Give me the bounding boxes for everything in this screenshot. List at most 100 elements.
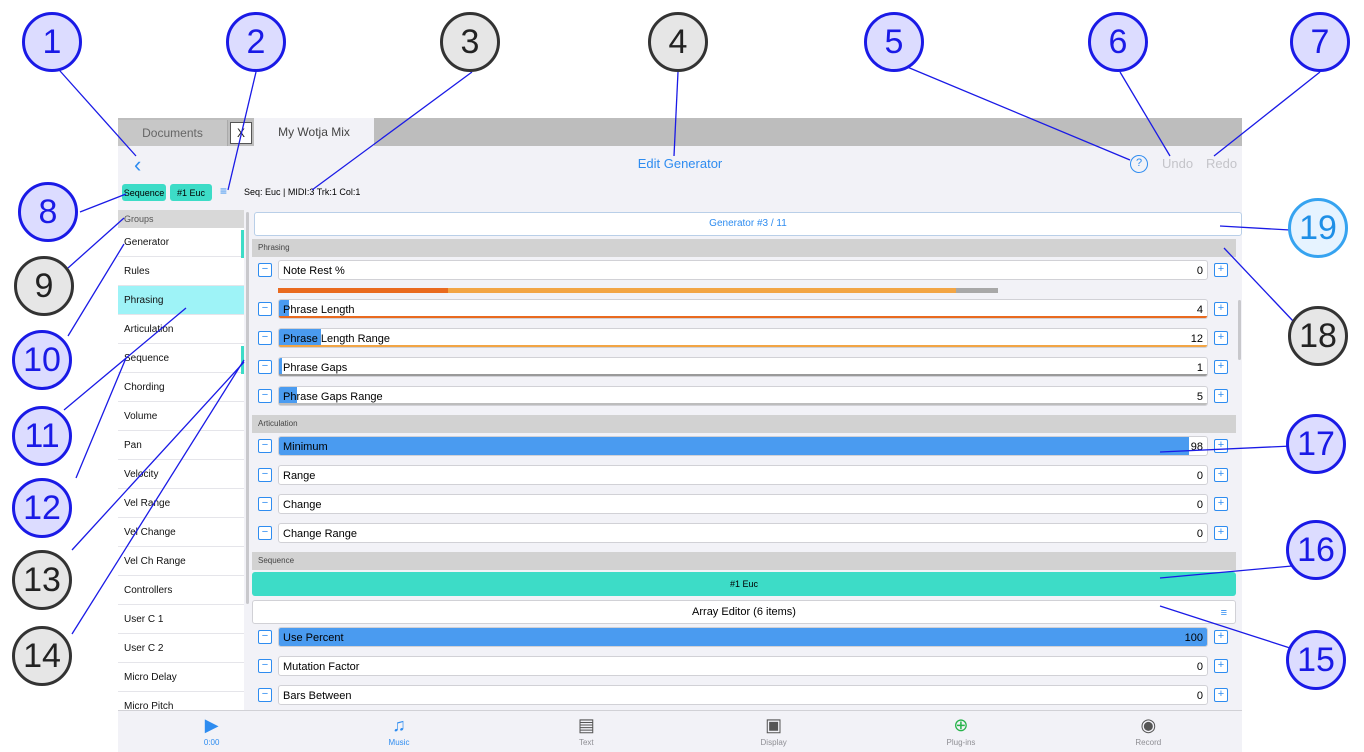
content-scrollbar[interactable]	[1238, 300, 1241, 360]
bars-between-field[interactable]: Bars Between 0	[278, 685, 1208, 705]
decrement-button[interactable]: −	[258, 497, 272, 511]
sidebar-marker	[241, 230, 244, 258]
sidebar-item-label: Vel Ch Range	[124, 556, 186, 567]
callout-1: 1	[22, 12, 82, 72]
parameter-label: Mutation Factor	[283, 661, 360, 673]
sidebar-scrollbar[interactable]	[246, 212, 249, 604]
close-tab-button[interactable]: X	[230, 122, 252, 144]
parameter-label: Phrase Length Range	[283, 333, 391, 345]
increment-button[interactable]: +	[1214, 263, 1228, 277]
app-window: Documents X My Wotja Mix ‹ Edit Generato…	[118, 118, 1242, 752]
tab-display[interactable]: ▣ Display	[680, 711, 867, 752]
phrase-gap-segment	[956, 288, 998, 293]
sidebar-item-vel-range[interactable]: Vel Range	[118, 489, 244, 518]
decrement-button[interactable]: −	[258, 526, 272, 540]
phrase-length-field[interactable]: Phrase Length 4	[278, 299, 1208, 319]
sidebar-item-vel-ch-range[interactable]: Vel Ch Range	[118, 547, 244, 576]
parameter-row-range: − Range 0 +	[252, 462, 1236, 491]
sidebar-item-label: Micro Pitch	[124, 701, 174, 710]
decrement-button[interactable]: −	[258, 302, 272, 316]
tab-record[interactable]: ◉ Record	[1055, 711, 1242, 752]
sidebar-item-sequence[interactable]: Sequence	[118, 344, 244, 374]
decrement-button[interactable]: −	[258, 389, 272, 403]
minimum-field[interactable]: Minimum 98	[278, 436, 1208, 456]
increment-button[interactable]: +	[1214, 659, 1228, 673]
decrement-button[interactable]: −	[258, 688, 272, 702]
decrement-button[interactable]: −	[258, 263, 272, 277]
decrement-button[interactable]: −	[258, 630, 272, 644]
sequence-selector[interactable]: #1 Euc	[252, 572, 1236, 596]
increment-button[interactable]: +	[1214, 389, 1228, 403]
callout-6: 6	[1088, 12, 1148, 72]
sidebar-item-user-c2[interactable]: User C 2	[118, 634, 244, 663]
redo-button[interactable]: Redo	[1206, 156, 1237, 171]
callout-2: 2	[226, 12, 286, 72]
euc-pill[interactable]: #1 Euc	[170, 184, 212, 201]
undo-button[interactable]: Undo	[1162, 156, 1193, 171]
decrement-button[interactable]: −	[258, 439, 272, 453]
decrement-button[interactable]: −	[258, 468, 272, 482]
sidebar-item-micro-delay[interactable]: Micro Delay	[118, 663, 244, 692]
parameter-label: Phrase Gaps Range	[283, 391, 383, 403]
parameter-row-change: − Change 0 +	[252, 491, 1236, 520]
groups-header: Groups	[118, 210, 244, 228]
sidebar-item-articulation[interactable]: Articulation	[118, 315, 244, 344]
sidebar-item-label: Vel Change	[124, 527, 176, 538]
phrase-gaps-field[interactable]: Phrase Gaps 1	[278, 357, 1208, 377]
generator-header[interactable]: Generator #3 / 11	[254, 212, 1242, 236]
tab-plug-ins[interactable]: ⊕ Plug-ins	[867, 711, 1054, 752]
sidebar-item-rules[interactable]: Rules	[118, 257, 244, 286]
increment-button[interactable]: +	[1214, 439, 1228, 453]
sidebar-item-phrasing[interactable]: Phrasing	[118, 286, 244, 315]
mutation-factor-field[interactable]: Mutation Factor 0	[278, 656, 1208, 676]
sidebar-item-label: Rules	[124, 266, 150, 277]
tab-play[interactable]: ▶ 0:00	[118, 711, 305, 752]
increment-button[interactable]: +	[1214, 688, 1228, 702]
sidebar-item-controllers[interactable]: Controllers	[118, 576, 244, 605]
sidebar-item-generator[interactable]: Generator	[118, 228, 244, 258]
tab-label: 0:00	[203, 738, 220, 747]
use-percent-field[interactable]: Use Percent 100	[278, 627, 1208, 647]
change-field[interactable]: Change 0	[278, 494, 1208, 514]
increment-button[interactable]: +	[1214, 468, 1228, 482]
tab-music[interactable]: ♫ Music	[305, 711, 492, 752]
note-rest-field[interactable]: Note Rest % 0	[278, 260, 1208, 280]
parameter-label: Note Rest %	[283, 265, 345, 277]
decrement-button[interactable]: −	[258, 360, 272, 374]
increment-button[interactable]: +	[1214, 497, 1228, 511]
value-fill	[279, 437, 1189, 455]
callout-11: 11	[12, 406, 72, 466]
sidebar-item-volume[interactable]: Volume	[118, 402, 244, 431]
increment-button[interactable]: +	[1214, 360, 1228, 374]
sidebar-item-micro-pitch[interactable]: Micro Pitch	[118, 692, 244, 710]
tab-documents[interactable]: Documents	[118, 120, 228, 146]
callout-8: 8	[18, 182, 78, 242]
section-phrasing: Phrasing	[252, 239, 1236, 257]
parameter-value: 4	[1196, 304, 1203, 316]
array-editor-button[interactable]: Array Editor (6 items) ≡	[252, 600, 1236, 624]
tab-text[interactable]: ▤ Text	[493, 711, 680, 752]
increment-button[interactable]: +	[1214, 630, 1228, 644]
list-edit-icon[interactable]: ≡	[220, 184, 227, 198]
sidebar-item-vel-change[interactable]: Vel Change	[118, 518, 244, 547]
callout-13: 13	[12, 550, 72, 610]
decrement-button[interactable]: −	[258, 331, 272, 345]
phrase-length-range-field[interactable]: Phrase Length Range 12	[278, 328, 1208, 348]
sidebar-item-chording[interactable]: Chording	[118, 373, 244, 402]
range-field[interactable]: Range 0	[278, 465, 1208, 485]
sequence-pill[interactable]: Sequence	[122, 184, 166, 201]
change-range-field[interactable]: Change Range 0	[278, 523, 1208, 543]
music-note-icon: ♫	[392, 715, 406, 735]
sidebar-item-velocity[interactable]: Velocity	[118, 460, 244, 489]
sidebar-item-user-c1[interactable]: User C 1	[118, 605, 244, 634]
phrase-gaps-range-field[interactable]: Phrase Gaps Range 5	[278, 386, 1208, 406]
generator-editor: Generator #3 / 11 Phrasing − Note Rest %…	[252, 210, 1242, 710]
tab-my-wotja-mix[interactable]: My Wotja Mix	[254, 118, 374, 146]
sidebar-item-pan[interactable]: Pan	[118, 431, 244, 460]
increment-button[interactable]: +	[1214, 302, 1228, 316]
increment-button[interactable]: +	[1214, 526, 1228, 540]
decrement-button[interactable]: −	[258, 659, 272, 673]
increment-button[interactable]: +	[1214, 331, 1228, 345]
parameter-row-bars-between: − Bars Between 0 +	[252, 682, 1236, 710]
help-icon[interactable]: ?	[1130, 155, 1148, 173]
